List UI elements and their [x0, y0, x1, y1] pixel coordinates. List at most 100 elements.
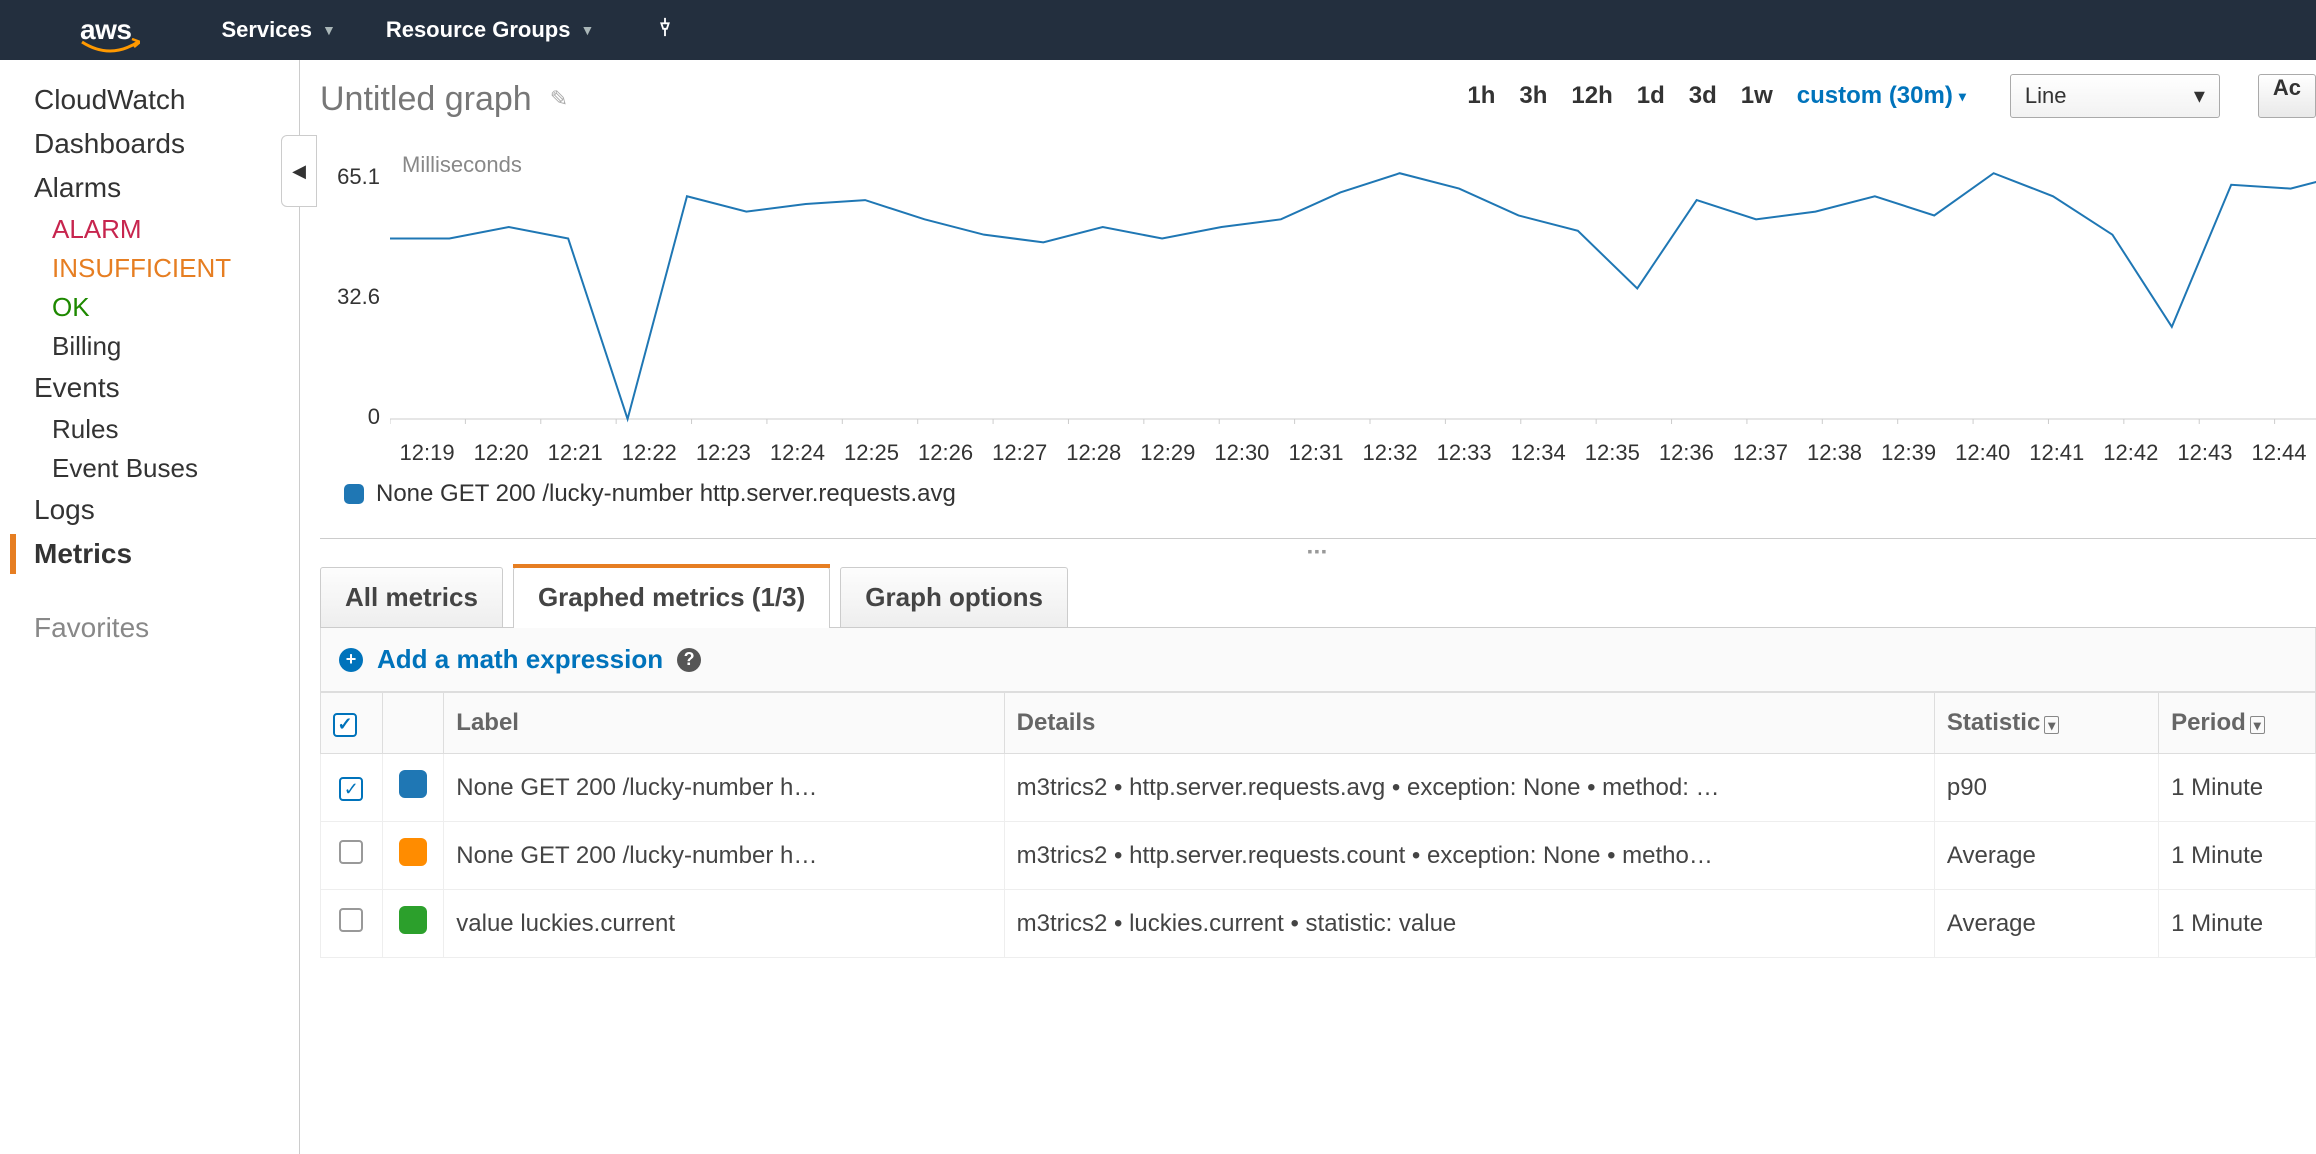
- x-tick-label: 12:20: [464, 440, 538, 466]
- row-period[interactable]: 1 Minute: [2159, 754, 2316, 822]
- x-tick-label: 12:24: [760, 440, 834, 466]
- resource-groups-menu[interactable]: Resource Groups ▼: [386, 17, 594, 43]
- actions-label: Ac: [2273, 75, 2301, 100]
- row-label[interactable]: None GET 200 /lucky-number h…: [444, 822, 1004, 890]
- range-3d[interactable]: 3d: [1689, 82, 1717, 110]
- actions-button[interactable]: Ac: [2258, 74, 2316, 118]
- x-tick-label: 12:27: [983, 440, 1057, 466]
- range-1d[interactable]: 1d: [1637, 82, 1665, 110]
- legend-swatch: [344, 484, 364, 504]
- x-tick-label: 12:19: [390, 440, 464, 466]
- x-axis: 12:1912:2012:2112:2212:2312:2412:2512:26…: [390, 440, 2316, 466]
- sidebar-item-insufficient[interactable]: INSUFFICIENT: [34, 249, 299, 288]
- sidebar-item-logs[interactable]: Logs: [34, 488, 299, 532]
- row-checkbox[interactable]: [321, 822, 383, 890]
- color-chip: [399, 770, 427, 798]
- row-label[interactable]: None GET 200 /lucky-number h…: [444, 754, 1004, 822]
- header-text: Period: [2171, 709, 2246, 736]
- range-1h[interactable]: 1h: [1467, 82, 1495, 110]
- sidebar-item-billing[interactable]: Billing: [34, 327, 299, 366]
- color-chip: [399, 906, 427, 934]
- sidebar-item-cloudwatch[interactable]: CloudWatch: [34, 78, 299, 122]
- x-tick-label: 12:42: [2094, 440, 2168, 466]
- range-12h[interactable]: 12h: [1571, 82, 1612, 110]
- range-3h[interactable]: 3h: [1519, 82, 1547, 110]
- add-math-expression-link[interactable]: Add a math expression: [377, 644, 663, 675]
- row-statistic[interactable]: Average: [1934, 890, 2158, 958]
- sidebar-item-metrics[interactable]: Metrics: [34, 532, 299, 576]
- row-color[interactable]: [382, 754, 444, 822]
- sidebar-item-events[interactable]: Events: [34, 366, 299, 410]
- sidebar-item-favorites[interactable]: Favorites: [34, 606, 299, 650]
- row-color[interactable]: [382, 890, 444, 958]
- header-details[interactable]: Details: [1004, 693, 1934, 754]
- tab-graphed-metrics[interactable]: Graphed metrics (1/3): [513, 567, 830, 627]
- x-tick-label: 12:33: [1427, 440, 1501, 466]
- tab-graph-options[interactable]: Graph options: [840, 567, 1068, 627]
- checkbox-icon: [339, 908, 363, 932]
- row-checkbox[interactable]: [321, 890, 383, 958]
- table-row: value luckies.currentm3trics2 • luckies.…: [321, 890, 2316, 958]
- metrics-table: ✓ Label Details Statistic▾ Period▾ ✓None…: [320, 692, 2316, 958]
- chevron-down-icon: ▼: [322, 22, 336, 38]
- tab-all-metrics[interactable]: All metrics: [320, 567, 503, 627]
- sidebar-label: Event Buses: [52, 453, 198, 483]
- checkbox-icon: ✓: [339, 777, 363, 801]
- x-tick-label: 12:26: [909, 440, 983, 466]
- chevron-down-icon: ▾: [1959, 88, 1966, 105]
- x-tick-label: 12:37: [1723, 440, 1797, 466]
- range-1w[interactable]: 1w: [1741, 82, 1773, 110]
- chevron-down-icon: ▼: [580, 22, 594, 38]
- aws-logo[interactable]: aws: [80, 14, 131, 46]
- x-tick-label: 12:36: [1649, 440, 1723, 466]
- x-tick-label: 12:39: [1872, 440, 1946, 466]
- graph-title: Untitled graph: [320, 80, 532, 119]
- chart: Milliseconds 65.1 32.6 0 12:1912:2012:21…: [320, 154, 2316, 508]
- row-details: m3trics2 • http.server.requests.avg • ex…: [1004, 754, 1934, 822]
- sidebar-label: Logs: [34, 494, 95, 525]
- resize-grip[interactable]: ▪▪▪: [320, 543, 2316, 559]
- range-custom[interactable]: custom (30m) ▾: [1797, 82, 1966, 110]
- sidebar-label: INSUFFICIENT: [52, 253, 231, 283]
- help-icon[interactable]: ?: [677, 648, 701, 672]
- edit-icon[interactable]: ✎: [550, 86, 568, 112]
- header-label[interactable]: Label: [444, 693, 1004, 754]
- table-row: None GET 200 /lucky-number h…m3trics2 • …: [321, 822, 2316, 890]
- x-tick-label: 12:38: [1797, 440, 1871, 466]
- row-color[interactable]: [382, 822, 444, 890]
- sidebar-label: Billing: [52, 331, 121, 361]
- row-period[interactable]: 1 Minute: [2159, 890, 2316, 958]
- sidebar-item-dashboards[interactable]: Dashboards: [34, 122, 299, 166]
- row-label[interactable]: value luckies.current: [444, 890, 1004, 958]
- header-statistic[interactable]: Statistic▾: [1934, 693, 2158, 754]
- pin-icon[interactable]: [654, 16, 676, 44]
- y-tick-label: 65.1: [320, 164, 380, 190]
- sidebar-label: Alarms: [34, 172, 121, 203]
- chart-type-select[interactable]: Line ▾: [2010, 74, 2220, 118]
- chevron-down-icon: ▾: [2194, 83, 2205, 109]
- row-period[interactable]: 1 Minute: [2159, 822, 2316, 890]
- sidebar-item-rules[interactable]: Rules: [34, 410, 299, 449]
- services-menu[interactable]: Services ▼: [221, 17, 335, 43]
- legend-label: None GET 200 /lucky-number http.server.r…: [376, 480, 956, 508]
- header-period[interactable]: Period▾: [2159, 693, 2316, 754]
- sidebar-label: OK: [52, 292, 90, 322]
- header-checkbox[interactable]: ✓: [321, 693, 383, 754]
- chart-legend: None GET 200 /lucky-number http.server.r…: [344, 480, 2316, 508]
- row-checkbox[interactable]: ✓: [321, 754, 383, 822]
- x-tick-label: 12:35: [1575, 440, 1649, 466]
- row-statistic[interactable]: Average: [1934, 822, 2158, 890]
- sidebar-item-alarm-state[interactable]: ALARM: [34, 210, 299, 249]
- chart-canvas[interactable]: [390, 154, 2316, 434]
- sidebar-item-event-buses[interactable]: Event Buses: [34, 449, 299, 488]
- row-statistic[interactable]: p90: [1934, 754, 2158, 822]
- plus-circle-icon[interactable]: +: [339, 648, 363, 672]
- header-text: Statistic: [1947, 709, 2040, 736]
- y-tick-label: 32.6: [320, 284, 380, 310]
- checkbox-icon: ✓: [333, 713, 357, 737]
- sidebar-item-alarms[interactable]: Alarms: [34, 166, 299, 210]
- sidebar-item-ok[interactable]: OK: [34, 288, 299, 327]
- main-content: Untitled graph ✎ 1h 3h 12h 1d 3d 1w cust…: [300, 60, 2316, 1154]
- x-tick-label: 12:30: [1205, 440, 1279, 466]
- dropdown-icon: ▾: [2250, 716, 2265, 734]
